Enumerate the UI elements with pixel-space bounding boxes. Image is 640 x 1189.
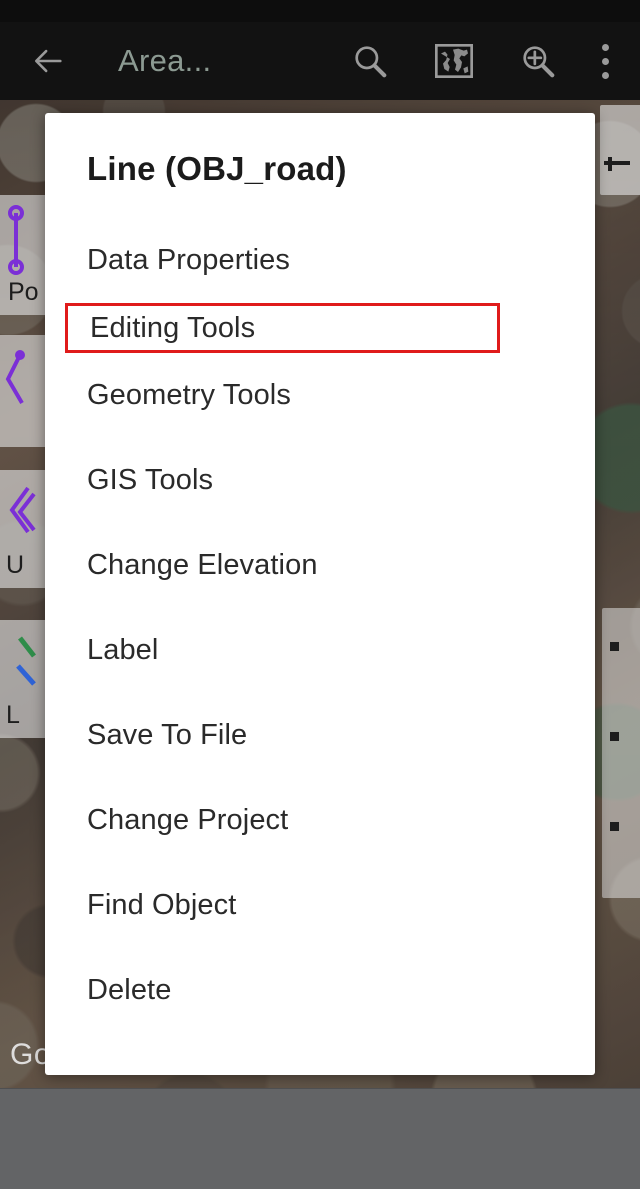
system-navigation-bar xyxy=(0,1088,640,1189)
legend-card-label: Po xyxy=(8,278,39,306)
map-legend-card-right[interactable] xyxy=(600,105,640,195)
menu-item-change-project[interactable]: Change Project xyxy=(45,778,595,863)
overflow-dot xyxy=(601,43,609,51)
app-screen: Po U L Go Area... Line (OBJ_road) Data P… xyxy=(0,0,640,1189)
dialog-title: Line (OBJ_road) xyxy=(87,150,347,187)
menu-item-label: Change Elevation xyxy=(87,549,318,581)
legend-card-label: L xyxy=(6,701,20,729)
menu-item-label: Label xyxy=(87,634,159,666)
status-bar xyxy=(0,0,640,22)
marker-symbol-icon xyxy=(604,157,630,171)
zoom-in-icon[interactable] xyxy=(512,35,564,87)
line-symbol-icon xyxy=(9,486,36,534)
menu-item-label: Save To File xyxy=(87,719,248,751)
menu-item-data-properties[interactable]: Data Properties xyxy=(45,218,595,303)
menu-item-label: Delete xyxy=(87,974,172,1006)
menu-item-save-to-file[interactable]: Save To File xyxy=(45,693,595,778)
overflow-dot xyxy=(601,71,609,79)
menu-list: Data Properties Editing Tools Geometry T… xyxy=(45,218,595,1033)
line-symbol-icon xyxy=(16,636,36,686)
menu-item-label: Geometry Tools xyxy=(87,379,291,411)
world-map-icon[interactable] xyxy=(428,35,480,87)
menu-item-change-elevation[interactable]: Change Elevation xyxy=(45,523,595,608)
menu-item-label: Find Object xyxy=(87,889,237,921)
menu-item-find-object[interactable]: Find Object xyxy=(45,863,595,948)
menu-item-label: Change Project xyxy=(87,804,289,836)
context-menu-dialog: Line (OBJ_road) Data Properties Editing … xyxy=(45,113,595,1075)
line-symbol-icon xyxy=(8,205,24,275)
menu-item-editing-tools[interactable]: Editing Tools xyxy=(65,303,500,353)
menu-item-label: Editing Tools xyxy=(90,311,256,344)
search-icon[interactable] xyxy=(344,35,396,87)
legend-card-label: U xyxy=(6,551,25,579)
map-legend-card-right[interactable] xyxy=(602,608,640,898)
menu-item-gis-tools[interactable]: GIS Tools xyxy=(45,438,595,523)
menu-item-label: GIS Tools xyxy=(87,464,214,496)
menu-item-label[interactable]: Label xyxy=(45,608,595,693)
map-legend-card[interactable] xyxy=(0,335,50,447)
overflow-dot xyxy=(601,57,609,65)
app-bar: Area... xyxy=(0,22,640,100)
menu-item-geometry-tools[interactable]: Geometry Tools xyxy=(45,353,595,438)
line-symbol-icon xyxy=(5,350,25,405)
back-arrow-icon[interactable] xyxy=(28,40,70,82)
menu-item-label: Data Properties xyxy=(87,244,290,276)
app-bar-title: Area... xyxy=(118,43,212,78)
menu-item-delete[interactable]: Delete xyxy=(45,948,595,1033)
overflow-menu-icon[interactable] xyxy=(588,35,622,87)
scale-ticks-icon xyxy=(610,642,619,831)
